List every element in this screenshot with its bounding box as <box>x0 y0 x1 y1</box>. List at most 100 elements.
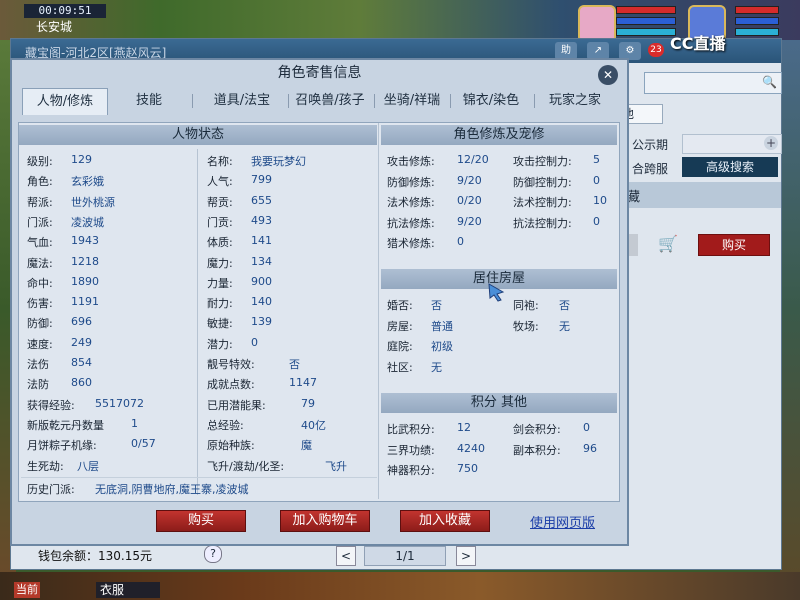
cultivation_left-value: 9/20 <box>457 173 482 187</box>
history-value: 无底洞,阴曹地府,魔王寨,凌波城 <box>95 483 249 496</box>
status_right-label: 魔力: <box>207 256 233 270</box>
web-version-link[interactable]: 使用网页版 <box>530 512 595 531</box>
tab-outfits[interactable]: 锦衣/染色 <box>452 88 530 114</box>
status_right-label: 耐力: <box>207 297 233 311</box>
tab-pets[interactable]: 召唤兽/孩子 <box>288 88 372 114</box>
status_right-label: 潜力: <box>207 337 233 351</box>
dialog-tabs: 人物/修炼 技能 道具/法宝 召唤兽/孩子 坐骑/祥瑞 锦衣/染色 玩家之家 <box>22 88 618 116</box>
house_right-value: 否 <box>559 299 570 312</box>
cultivation_left-label: 防御修炼: <box>387 175 435 189</box>
status_left-label: 月饼粽子机缘: <box>27 439 97 453</box>
cultivation_left-label: 猎术修炼: <box>387 237 435 250</box>
publicity-label: 公示期 <box>632 138 669 152</box>
cart-icon[interactable]: 🛒 <box>658 234 682 256</box>
status_left-label: 法防 <box>27 378 49 392</box>
house_right-value: 无 <box>559 319 570 333</box>
game-clock: 00:09:51 <box>24 4 106 18</box>
status_right-value: 魔 <box>301 439 312 453</box>
status_right-value: 飞升 <box>325 459 347 473</box>
character-panel: 人物状态 级别: 129 角色: 玄彩娥 帮派: 世外桃源 门派: 凌波城 气血: 1943 魔法:… <box>18 122 620 502</box>
house_left-value: 无 <box>431 360 442 374</box>
status_right-label: 力量: <box>207 276 233 290</box>
status_right-value: 141 <box>251 234 272 248</box>
status_right-value: 139 <box>251 315 272 329</box>
cultivation_left-label: 法术修炼: <box>387 196 435 209</box>
status_left-value: 1943 <box>71 234 99 248</box>
wallet-balance: 钱包余额：130.15元 <box>38 549 152 563</box>
close-icon[interactable]: ✕ <box>598 65 618 85</box>
clothes-button[interactable]: 衣服 <box>96 582 160 598</box>
house_left-value: 否 <box>431 299 442 312</box>
status_left-value: 玄彩娥 <box>71 175 104 189</box>
add-to-cart-button[interactable]: 加入购物车 <box>280 510 370 532</box>
buy-button-bg[interactable]: 购买 <box>698 234 770 256</box>
cultivation_left-value: 9/20 <box>457 214 482 228</box>
status_left-label: 角色: <box>27 175 53 189</box>
status_right-label: 人气: <box>207 175 233 189</box>
search-icon[interactable]: 🔍 <box>762 75 777 89</box>
status_left-label: 门派: <box>27 215 53 229</box>
tab-player-home[interactable]: 玩家之家 <box>538 88 612 114</box>
cultivation_right-value: 0 <box>593 214 600 228</box>
cultivation_right-label: 法术控制力: <box>513 196 572 209</box>
status_right-label: 飞升/渡劫/化圣: <box>207 459 285 473</box>
cultivation-header: 角色修炼及宠修 <box>381 125 617 145</box>
status_right-label: 帮贡: <box>207 195 233 209</box>
cultivation_left-label: 抗法修炼: <box>387 216 435 230</box>
status_right-value: 655 <box>251 193 272 207</box>
status-header: 人物状态 <box>19 125 377 145</box>
score_left-label: 神器积分: <box>387 464 435 477</box>
house_left-label: 房屋: <box>387 319 413 333</box>
score_right-label: 副本积分: <box>513 443 561 457</box>
page-indicator: 1/1 <box>364 546 446 566</box>
status_left-value: 世外桃源 <box>71 195 115 209</box>
house_left-label: 社区: <box>387 360 413 374</box>
status_right-label: 已用潜能果: <box>207 398 266 412</box>
cultivation_left-value: 0 <box>457 235 464 248</box>
tab-items[interactable]: 道具/法宝 <box>198 88 286 114</box>
status_left-value: 696 <box>71 315 92 329</box>
tab-skills[interactable]: 技能 <box>122 88 176 114</box>
page-next-button[interactable]: > <box>456 546 476 566</box>
current-city: 长安城 <box>36 20 73 34</box>
search-input[interactable]: 🔍 <box>644 72 782 94</box>
tab-mounts[interactable]: 坐骑/祥瑞 <box>376 88 448 114</box>
status_left-value: 860 <box>71 376 92 390</box>
dialog-title: 角色寄售信息 <box>277 65 362 81</box>
house_left-label: 庭院: <box>387 340 413 353</box>
buy-button[interactable]: 购买 <box>156 510 246 532</box>
status_left-label: 防御: <box>27 317 53 331</box>
status_left-value: 129 <box>71 153 92 166</box>
status_left-value: 八层 <box>77 459 99 473</box>
add-icon[interactable]: + <box>764 136 778 150</box>
help-button[interactable]: ? <box>204 545 222 563</box>
status_right-value: 134 <box>251 254 272 268</box>
status_left-label: 获得经验: <box>27 398 75 412</box>
status_right-label: 名称: <box>207 155 233 168</box>
status_right-label: 靓号特效: <box>207 358 255 371</box>
house_left-value: 初级 <box>431 340 453 353</box>
player-status-bars <box>616 6 676 39</box>
page-prev-button[interactable]: < <box>336 546 356 566</box>
score_left-value: 750 <box>457 462 478 475</box>
cultivation_right-label: 攻击控制力: <box>513 155 572 168</box>
status_left-value: 854 <box>71 356 92 369</box>
status_left-value: 1218 <box>71 254 99 268</box>
status_right-label: 成就点数: <box>207 378 255 392</box>
score_left-label: 比武积分: <box>387 423 435 436</box>
advanced-search-button[interactable]: 高级搜索 <box>682 157 778 177</box>
status_right-label: 总经验: <box>207 418 244 432</box>
status_right-value: 0 <box>251 335 258 349</box>
status_left-value: 1890 <box>71 274 99 288</box>
tab-character[interactable]: 人物/修炼 <box>22 88 108 115</box>
cultivation_right-value: 10 <box>593 194 607 207</box>
status_left-label: 生死劫: <box>27 459 64 473</box>
add-to-collect-button[interactable]: 加入收藏 <box>400 510 490 532</box>
cultivation_left-value: 12/20 <box>457 153 489 166</box>
cultivation_left-label: 攻击修炼: <box>387 155 435 168</box>
status_right-label: 敏捷: <box>207 317 233 331</box>
channel-current-button[interactable]: 当前 <box>14 582 40 598</box>
cultivation_right-value: 0 <box>593 173 600 187</box>
cross-server-label[interactable]: 合跨服 <box>632 160 668 177</box>
cultivation_right-label: 防御控制力: <box>513 175 572 189</box>
